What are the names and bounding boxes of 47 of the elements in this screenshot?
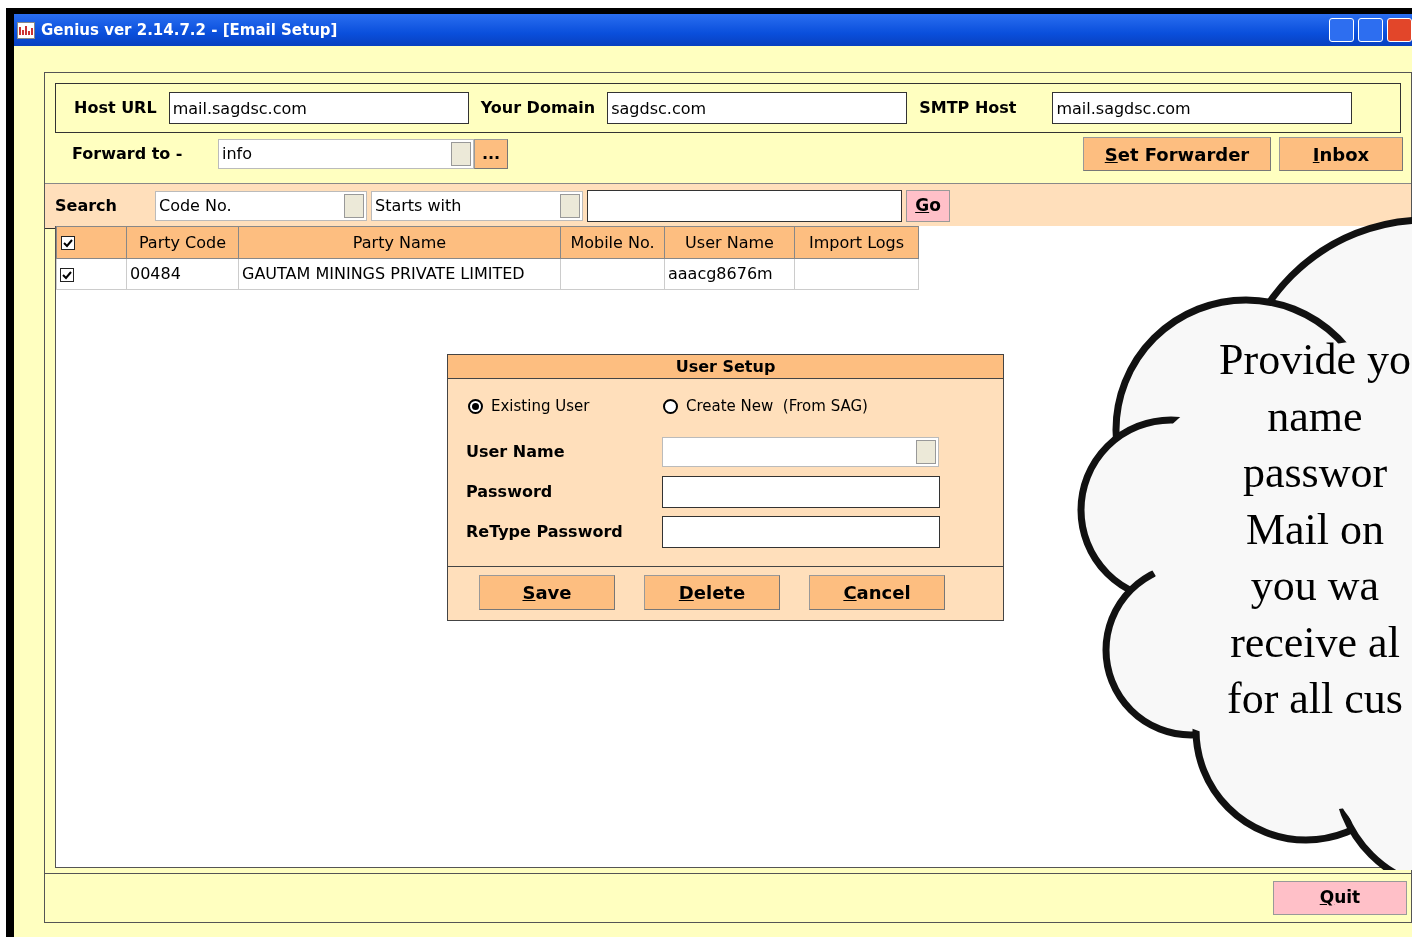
forward-dropdown[interactable]: info [218,139,474,169]
password-field[interactable] [662,515,940,548]
radio-button[interactable] [468,398,483,414]
radio-button[interactable] [663,398,678,414]
radio-label: Existing User [491,396,590,417]
text-field[interactable]: sagdsc.com [607,92,908,124]
field-label: SMTP Host [919,97,1017,119]
field-label: Host URL [74,97,157,119]
radio-label: Create New (From SAG) [686,396,868,417]
callout-text: Provide yo name passwor Mail on you wa receive al for all cus [1218,334,1412,725]
toolbar-button[interactable]: Inbox [1279,137,1403,171]
search-label: Search [55,195,118,217]
match-mode-dropdown[interactable]: Starts with [371,191,583,221]
table-cell: GAUTAM MININGS PRIVATE LIMITED [242,264,525,283]
dialog-button[interactable]: Delete [644,575,780,610]
column-header[interactable]: Party Code [126,226,239,259]
checked-checkbox[interactable] [60,267,74,282]
column-header[interactable]: User Name [664,226,795,259]
table-cell: 00484 [130,264,181,283]
app-icon [17,21,35,39]
quit-button[interactable]: Quit [1273,881,1407,915]
toolbar-button[interactable]: Set Forwarder [1083,137,1271,171]
field-label: ReType Password [466,520,624,543]
checked-checkbox[interactable] [61,236,75,250]
password-field[interactable] [662,475,940,508]
field-label: Password [466,480,554,503]
dialog-button[interactable]: Save [479,575,615,610]
field-label: User Name [466,440,566,463]
table-row[interactable]: 00484 GAUTAM MININGS PRIVATE LIMITED aaacg8676m [56,258,919,290]
field-label: Your Domain [480,97,596,119]
window-title: Genius ver 2.14.7.2 - [Email Setup] [41,19,338,41]
text-field[interactable]: mail.sagdsc.com [168,92,469,124]
field-label: Forward to - [72,143,184,165]
column-header[interactable]: Mobile No. [560,226,665,259]
search-input[interactable] [587,190,902,222]
dialog-title: User Setup [448,355,1003,379]
table-cell: aaacg8676m [668,264,773,283]
minimize-button[interactable] [1329,18,1354,42]
search-field-dropdown[interactable]: Code No. [155,191,367,221]
go-button[interactable]: Go [906,190,950,222]
column-header[interactable]: Import Logs [794,226,919,259]
close-button[interactable] [1387,18,1412,42]
text-field[interactable]: mail.sagdsc.com [1052,92,1353,124]
browse-button[interactable]: ... [474,139,508,169]
restore-button[interactable] [1358,18,1383,42]
dialog-button[interactable]: Cancel [809,575,945,610]
column-header[interactable]: Party Name [238,226,561,259]
